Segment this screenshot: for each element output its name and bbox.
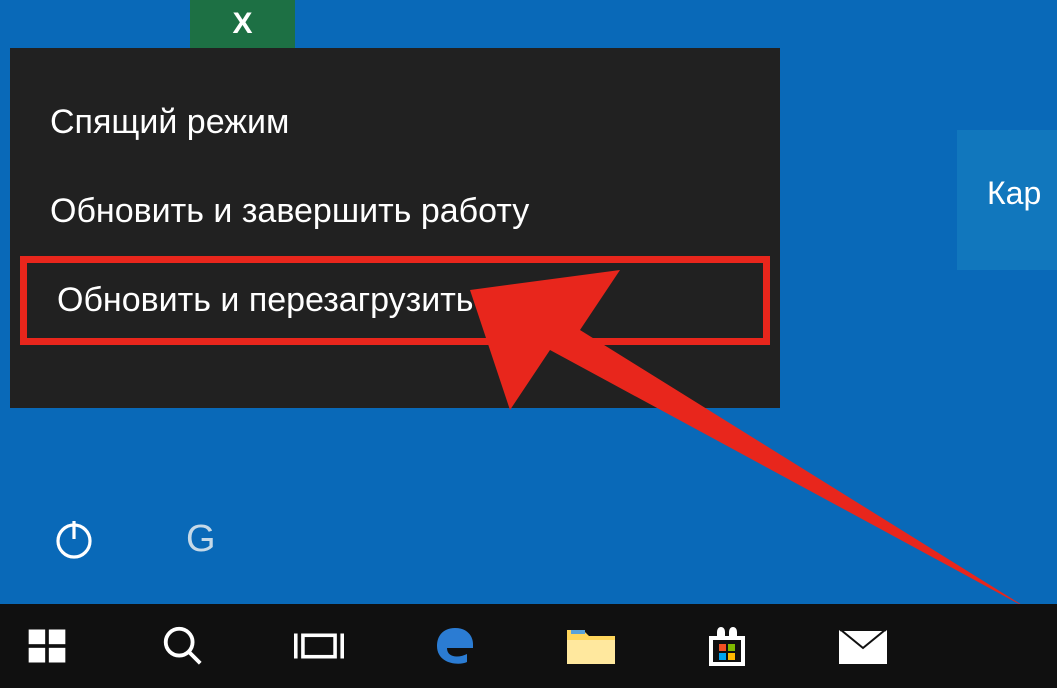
mail-button[interactable] xyxy=(831,614,895,678)
start-menu-bottom: G xyxy=(0,474,216,604)
edge-button[interactable] xyxy=(423,614,487,678)
power-button[interactable] xyxy=(42,507,106,571)
tile-text: Кар xyxy=(987,175,1041,211)
power-icon xyxy=(50,515,98,563)
desktop-tile-text[interactable]: Кар xyxy=(957,130,1057,270)
store-icon xyxy=(703,622,751,670)
menu-item-sleep[interactable]: Спящий режим xyxy=(10,78,780,167)
search-button[interactable] xyxy=(151,614,215,678)
menu-item-label: Спящий режим xyxy=(50,103,289,141)
task-view-icon xyxy=(294,624,344,668)
menu-item-update-restart[interactable]: Обновить и перезагрузить xyxy=(20,256,770,345)
file-explorer-button[interactable] xyxy=(559,614,623,678)
mail-icon xyxy=(837,626,889,666)
menu-item-label: Обновить и завершить работу xyxy=(50,192,529,230)
start-button[interactable] xyxy=(15,614,79,678)
task-view-button[interactable] xyxy=(287,614,351,678)
excel-icon-label: X xyxy=(232,7,252,41)
taskbar xyxy=(0,604,1057,688)
search-icon xyxy=(160,623,206,669)
windows-icon xyxy=(25,624,69,668)
g-indicator: G xyxy=(186,518,216,561)
power-options-menu: Спящий режим Обновить и завершить работу… xyxy=(10,48,780,408)
edge-icon xyxy=(431,622,479,670)
folder-icon xyxy=(565,624,617,668)
desktop-background: X Кар Спящий режим Обновить и завершить … xyxy=(0,0,1057,688)
excel-tile[interactable]: X xyxy=(190,0,295,48)
store-button[interactable] xyxy=(695,614,759,678)
menu-item-label: Обновить и перезагрузить xyxy=(57,281,474,319)
menu-item-update-shutdown[interactable]: Обновить и завершить работу xyxy=(10,167,780,256)
